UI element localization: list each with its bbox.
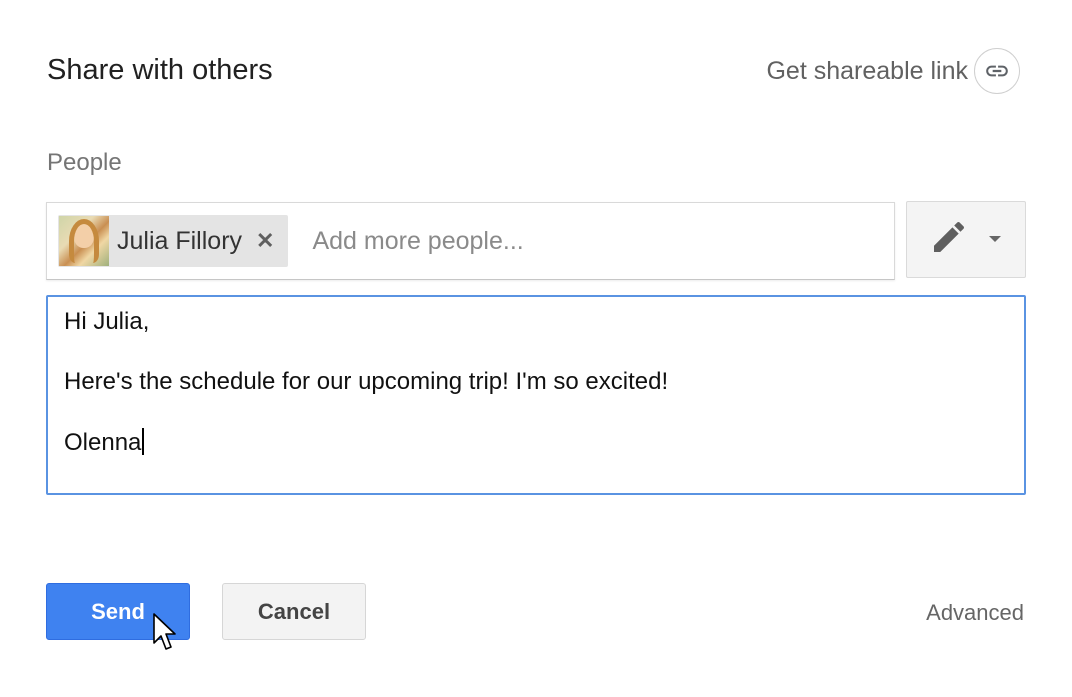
message-textarea[interactable]: Hi Julia, Here's the schedule for our up… [46, 295, 1026, 495]
pencil-icon [929, 217, 969, 262]
message-line-last: Olenna [64, 428, 1008, 456]
people-field[interactable]: Julia Fillory ✕ [46, 202, 895, 280]
person-chip[interactable]: Julia Fillory ✕ [58, 215, 289, 267]
close-icon[interactable]: ✕ [256, 230, 274, 252]
link-icon[interactable] [974, 48, 1020, 94]
message-line: Here's the schedule for our upcoming tri… [64, 368, 669, 395]
cancel-button[interactable]: Cancel [222, 583, 366, 640]
get-shareable-link-button[interactable]: Get shareable link [766, 48, 1020, 94]
chevron-down-icon [987, 231, 1003, 249]
permission-dropdown-button[interactable] [906, 201, 1026, 278]
person-chip-name: Julia Fillory [117, 226, 243, 255]
people-label: People [47, 149, 122, 176]
add-people-input[interactable] [312, 226, 813, 256]
text-caret [142, 428, 145, 455]
advanced-link[interactable]: Advanced [926, 600, 1024, 626]
mouse-pointer-icon [153, 613, 176, 650]
shareable-link-label: Get shareable link [766, 56, 968, 85]
message-signature: Olenna [64, 429, 142, 456]
avatar [59, 216, 109, 266]
dialog-title: Share with others [47, 54, 273, 86]
message-line: Hi Julia, [64, 308, 150, 335]
